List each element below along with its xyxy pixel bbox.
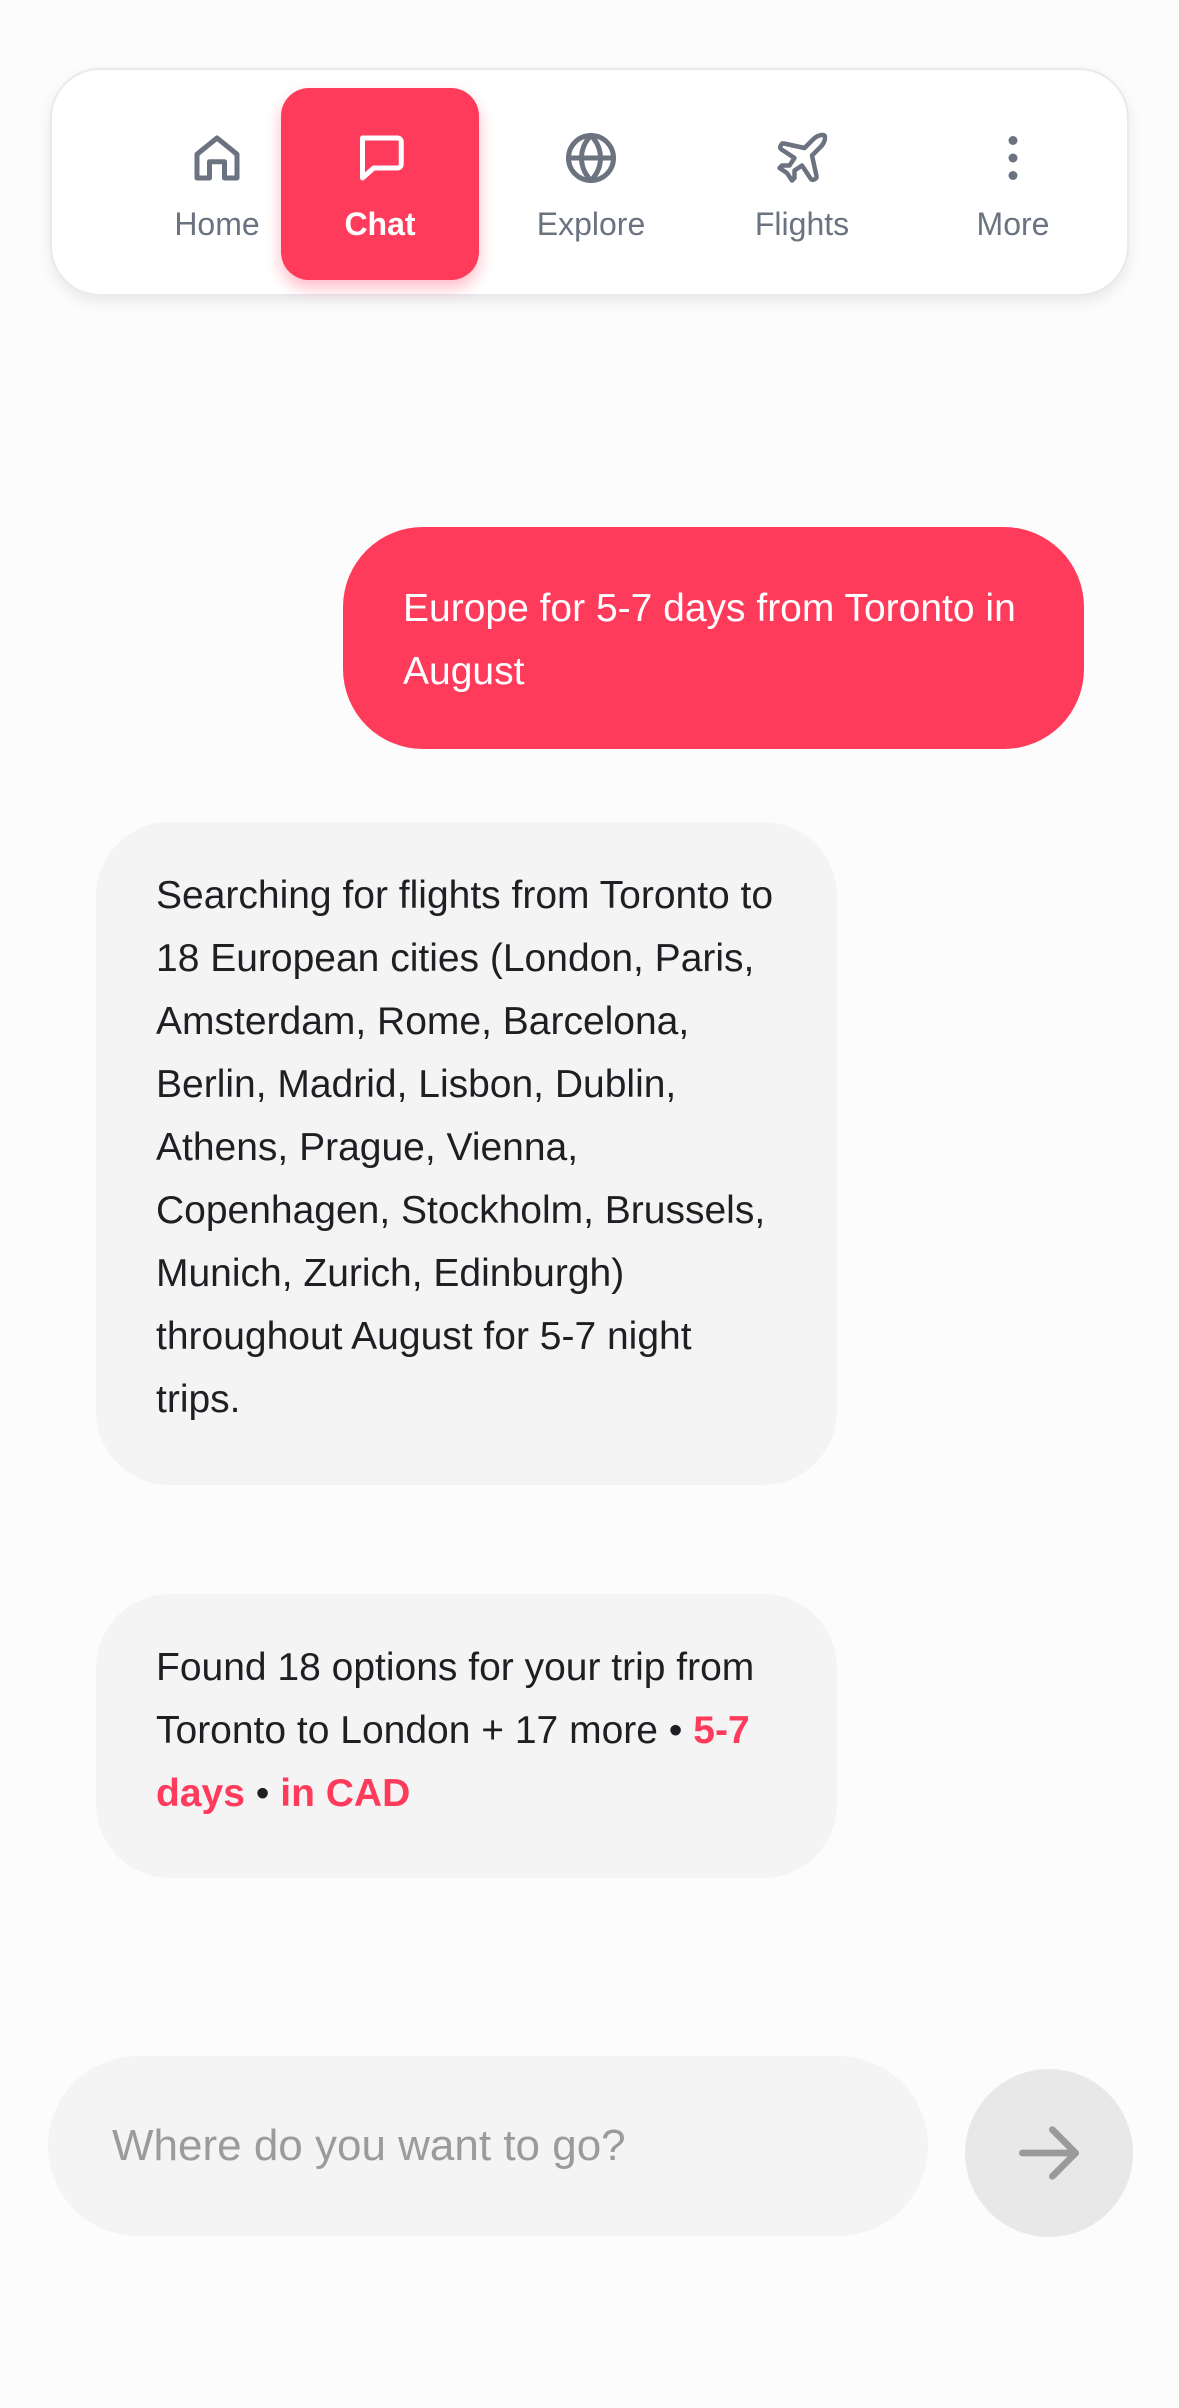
nav-label-explore: Explore <box>536 206 646 242</box>
separator-dot: • <box>255 1772 270 1815</box>
chat-bubble-icon <box>350 128 410 188</box>
top-nav-bar: Home Chat Explore Flights More <box>50 68 1129 296</box>
nav-label-chat: Chat <box>344 206 416 242</box>
separator-dot: • <box>668 1709 683 1752</box>
nav-label-flights: Flights <box>754 206 850 242</box>
nav-label-home: Home <box>174 206 260 242</box>
nav-item-flights[interactable]: Flights <box>703 88 901 280</box>
message-input-container <box>48 2056 928 2236</box>
nav-label-more: More <box>976 206 1050 242</box>
user-message-bubble: Europe for 5-7 days from Toronto in Augu… <box>343 527 1084 749</box>
nav-item-more[interactable]: More <box>914 88 1112 280</box>
arrow-right-icon <box>1009 2113 1089 2193</box>
assistant-message-bubble: Searching for flights from Toronto to 18… <box>96 822 837 1485</box>
results-summary-bubble: Found 18 options for your trip from Toro… <box>96 1594 837 1878</box>
user-message-text: Europe for 5-7 days from Toronto in Augu… <box>403 587 1016 693</box>
globe-icon <box>561 128 621 188</box>
message-input[interactable] <box>112 2056 892 2236</box>
send-button[interactable] <box>965 2069 1133 2237</box>
plane-icon <box>772 128 832 188</box>
nav-item-chat[interactable]: Chat <box>281 88 479 280</box>
assistant-message-text: Searching for flights from Toronto to 18… <box>156 874 774 1421</box>
more-vertical-icon <box>983 128 1043 188</box>
nav-item-explore[interactable]: Explore <box>492 88 690 280</box>
results-summary-text: Found 18 options for your trip from Toro… <box>156 1646 755 1752</box>
currency-filter-link[interactable]: in CAD <box>280 1772 410 1815</box>
home-icon <box>187 128 247 188</box>
chat-screen: Home Chat Explore Flights More Europe fo… <box>0 0 1179 2408</box>
